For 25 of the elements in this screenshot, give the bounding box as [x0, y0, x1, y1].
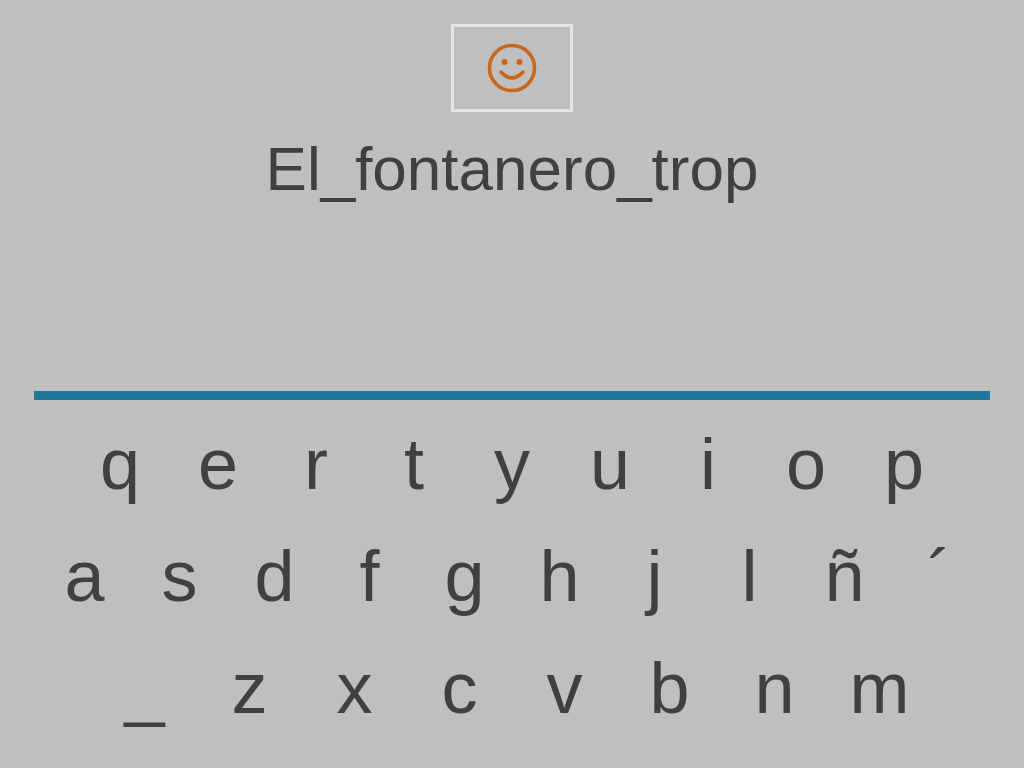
key-button[interactable]: e: [169, 428, 267, 501]
key-button[interactable]: v: [512, 652, 617, 725]
key-button[interactable]: c: [407, 652, 512, 725]
key-button[interactable]: f: [322, 540, 417, 613]
key-button[interactable]: x: [302, 652, 407, 725]
key-button[interactable]: ñ: [797, 540, 892, 613]
key-button[interactable]: n: [722, 652, 827, 725]
key-button[interactable]: l: [702, 540, 797, 613]
key-button[interactable]: ´: [892, 540, 987, 613]
key-button[interactable]: i: [659, 428, 757, 501]
key-button[interactable]: m: [827, 652, 932, 725]
smiley-button[interactable]: [451, 24, 573, 112]
key-button[interactable]: a: [37, 540, 132, 613]
key-button[interactable]: z: [197, 652, 302, 725]
key-button[interactable]: t: [365, 428, 463, 501]
key-button[interactable]: d: [227, 540, 322, 613]
smiley-icon: [486, 42, 538, 94]
key-button[interactable]: b: [617, 652, 722, 725]
word-display: El_fontanero_trop: [265, 133, 759, 205]
key-button[interactable]: _: [92, 652, 197, 725]
key-button[interactable]: u: [561, 428, 659, 501]
key-button[interactable]: r: [267, 428, 365, 501]
key-button[interactable]: s: [132, 540, 227, 613]
key-button[interactable]: o: [757, 428, 855, 501]
key-button[interactable]: h: [512, 540, 607, 613]
